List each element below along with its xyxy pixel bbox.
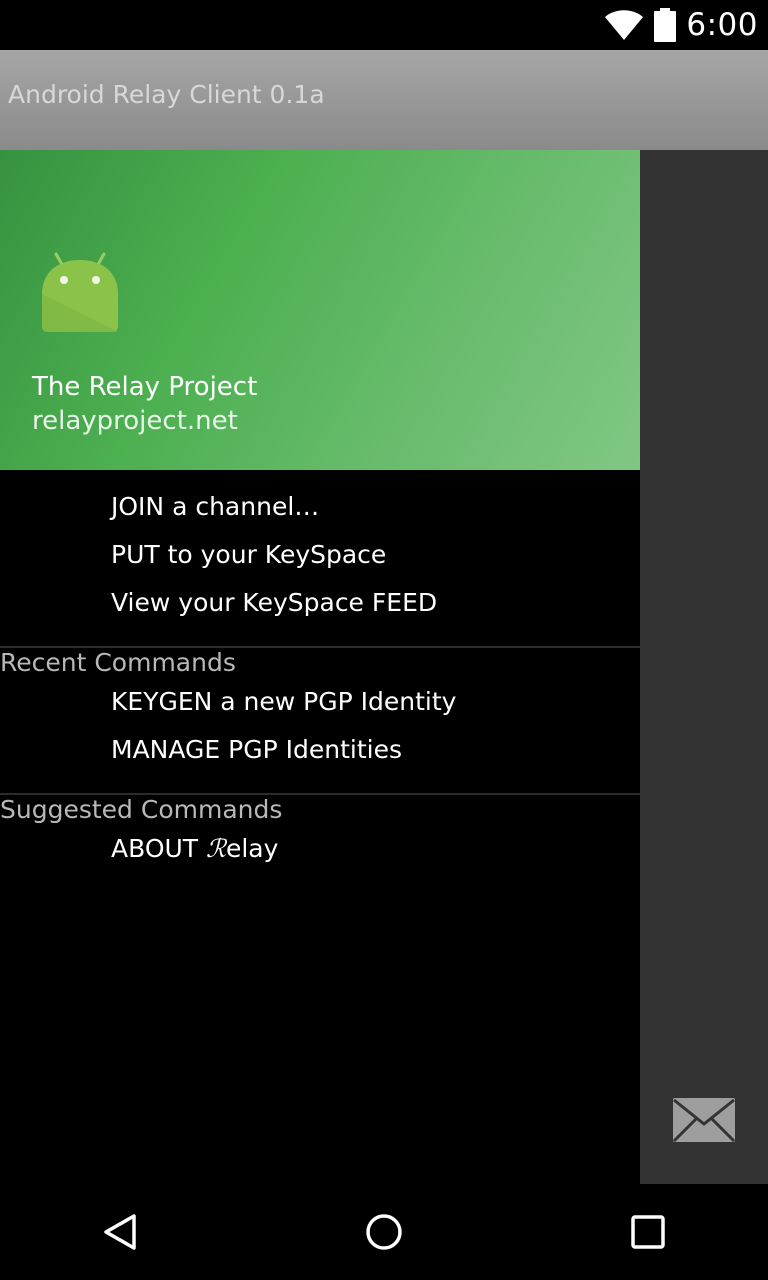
- wifi-icon: [605, 10, 644, 40]
- status-icons: 6:00: [604, 6, 758, 44]
- menu-item-join-channel[interactable]: JOIN a channel…: [111, 492, 319, 521]
- menu-item-put-keyspace[interactable]: PUT to your KeySpace: [111, 540, 386, 569]
- about-suffix: elay: [225, 834, 279, 863]
- menu-item-about-relay[interactable]: ABOUT ℛelay: [111, 834, 278, 863]
- section-label-recent-commands: Recent Commands: [0, 648, 236, 677]
- nav-bar: [0, 1184, 768, 1280]
- android-icon: [42, 252, 118, 332]
- navigation-drawer: The Relay Project relayproject.net JOIN …: [0, 150, 640, 1184]
- header-subtitle[interactable]: relayproject.net: [32, 406, 238, 436]
- recents-icon[interactable]: [628, 1212, 668, 1252]
- home-icon[interactable]: [364, 1212, 404, 1252]
- menu-item-view-keyspace-feed[interactable]: View your KeySpace FEED: [111, 588, 437, 617]
- main-content[interactable]: [640, 150, 768, 1184]
- mail-icon[interactable]: [672, 1097, 736, 1143]
- header-title: The Relay Project: [32, 372, 258, 402]
- about-prefix: ABOUT: [111, 834, 207, 863]
- menu-item-manage-identities[interactable]: MANAGE PGP Identities: [111, 735, 402, 764]
- section-label-suggested-commands: Suggested Commands: [0, 795, 283, 824]
- about-script-r: ℛ: [206, 834, 226, 863]
- status-bar: 6:00: [0, 0, 768, 50]
- back-icon[interactable]: [100, 1212, 140, 1252]
- drawer-header: The Relay Project relayproject.net: [0, 150, 640, 470]
- clock: 6:00: [686, 7, 758, 43]
- battery-icon: [654, 8, 677, 42]
- menu-item-keygen-identity[interactable]: KEYGEN a new PGP Identity: [111, 687, 456, 716]
- app-title: Android Relay Client 0.1a: [8, 80, 325, 109]
- app-bar: Android Relay Client 0.1a: [0, 50, 768, 150]
